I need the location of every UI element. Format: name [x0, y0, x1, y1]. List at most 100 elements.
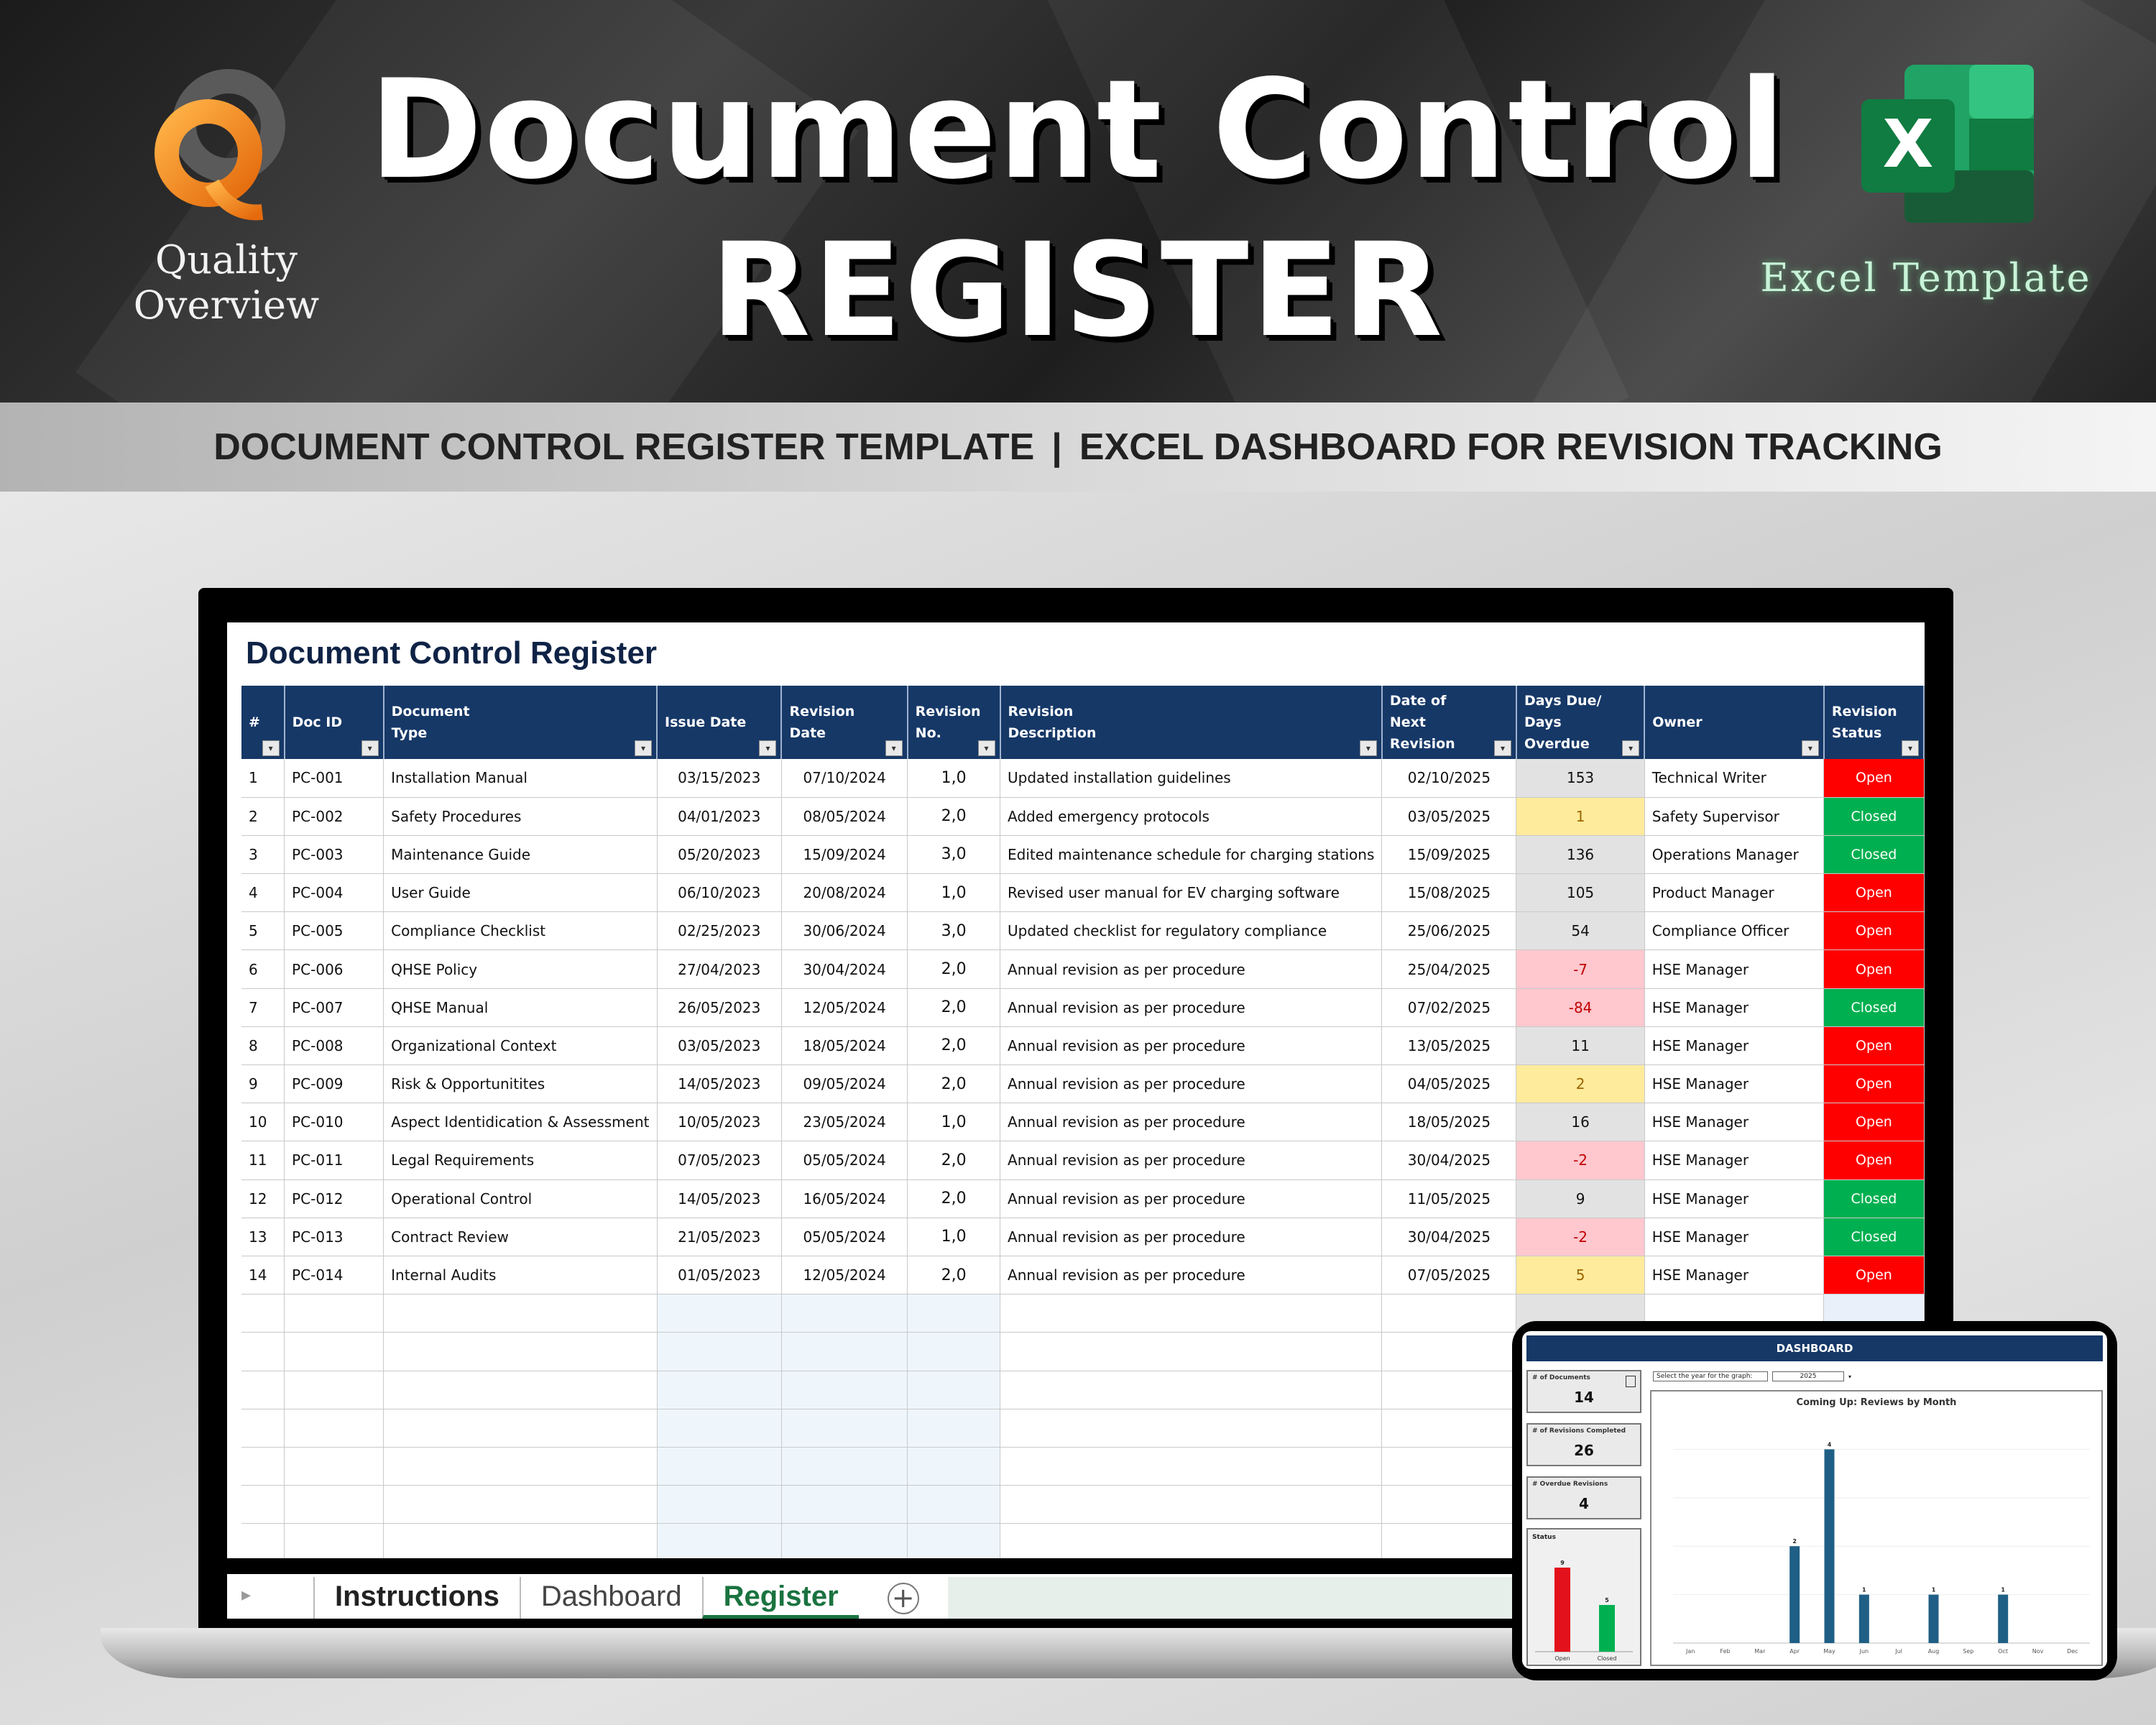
empty-cell[interactable] [284, 1371, 384, 1409]
row-number-cell[interactable]: 14 [241, 1256, 285, 1295]
table-row[interactable]: 14 PC-014 Internal Audits 01/05/2023 12/05/2… [241, 1256, 1925, 1295]
status-badge-cell[interactable]: Closed [1823, 988, 1925, 1027]
empty-cell[interactable] [383, 1332, 658, 1371]
revision-date-cell[interactable]: 16/05/2024 [781, 1179, 908, 1218]
empty-cell[interactable] [1000, 1371, 1383, 1409]
empty-cell[interactable] [1381, 1447, 1517, 1486]
revision-desc-cell[interactable]: Annual revision as per procedure [1000, 1179, 1383, 1218]
empty-cell[interactable] [907, 1294, 1001, 1333]
empty-cell[interactable] [241, 1409, 285, 1448]
tab-scroll-arrow-icon[interactable]: ▸ [227, 1574, 313, 1619]
next-revision-date-cell[interactable]: 13/05/2025 [1381, 1026, 1517, 1066]
revision-no-cell[interactable]: 2,0 [907, 1064, 1001, 1104]
status-badge-cell[interactable]: Closed [1823, 835, 1925, 875]
filter-dropdown-icon[interactable]: ▾ [759, 740, 777, 756]
owner-cell[interactable]: HSE Manager [1644, 1256, 1825, 1295]
issue-date-cell[interactable]: 14/05/2023 [657, 1064, 782, 1104]
table-row[interactable]: 11 PC-011 Legal Requirements 07/05/2023 05/0… [241, 1141, 1925, 1180]
filter-dropdown-icon[interactable]: ▾ [1902, 740, 1919, 756]
doc-id-cell[interactable]: PC-010 [284, 1103, 384, 1142]
empty-cell[interactable] [284, 1409, 384, 1448]
table-row[interactable]: 1 PC-001 Installation Manual 03/15/2023 07/1… [241, 759, 1925, 798]
next-revision-date-cell[interactable]: 15/09/2025 [1381, 835, 1517, 875]
table-row[interactable]: 8 PC-008 Organizational Context 03/05/2023 1… [241, 1026, 1925, 1066]
doc-type-cell[interactable]: Safety Procedures [383, 797, 658, 836]
empty-cell[interactable] [383, 1523, 658, 1558]
empty-cell[interactable] [1000, 1294, 1383, 1333]
days-due-cell[interactable]: 9 [1516, 1179, 1645, 1218]
empty-cell[interactable] [383, 1294, 658, 1333]
days-due-cell[interactable]: 16 [1516, 1103, 1645, 1142]
row-number-cell[interactable]: 3 [241, 835, 285, 875]
revision-date-cell[interactable]: 30/04/2024 [781, 949, 908, 989]
table-row[interactable]: 2 PC-002 Safety Procedures 04/01/2023 08/05/… [241, 797, 1925, 836]
next-revision-date-cell[interactable]: 30/04/2025 [1381, 1141, 1517, 1180]
year-dropdown[interactable]: 2025 [1772, 1371, 1844, 1381]
next-revision-date-cell[interactable]: 02/10/2025 [1381, 759, 1517, 798]
doc-type-cell[interactable]: Risk & Opportunitites [383, 1064, 658, 1104]
doc-id-cell[interactable]: PC-013 [284, 1218, 384, 1256]
chevron-down-icon[interactable]: ▾ [1848, 1374, 1851, 1380]
empty-cell[interactable] [781, 1294, 908, 1333]
doc-type-cell[interactable]: QHSE Manual [383, 988, 658, 1027]
doc-id-cell[interactable]: PC-004 [284, 873, 384, 913]
doc-type-cell[interactable]: Contract Review [383, 1218, 658, 1256]
next-revision-date-cell[interactable]: 07/02/2025 [1381, 988, 1517, 1027]
issue-date-cell[interactable]: 26/05/2023 [657, 988, 782, 1027]
owner-cell[interactable]: Product Manager [1644, 873, 1825, 913]
filter-dropdown-icon[interactable]: ▾ [262, 740, 280, 756]
doc-type-cell[interactable]: User Guide [383, 873, 658, 913]
table-row[interactable]: 6 PC-006 QHSE Policy 27/04/2023 30/04/2024 2,… [241, 949, 1925, 989]
doc-id-cell[interactable]: PC-007 [284, 988, 384, 1027]
filter-dropdown-icon[interactable]: ▾ [1359, 740, 1377, 756]
revision-date-cell[interactable]: 08/05/2024 [781, 797, 908, 836]
issue-date-cell[interactable]: 27/04/2023 [657, 949, 782, 989]
empty-cell[interactable] [241, 1523, 285, 1558]
empty-cell[interactable] [284, 1447, 384, 1486]
doc-id-cell[interactable]: PC-008 [284, 1026, 384, 1066]
revision-desc-cell[interactable]: Annual revision as per procedure [1000, 1256, 1383, 1295]
add-sheet-icon[interactable]: + [887, 1583, 919, 1614]
owner-cell[interactable]: Compliance Officer [1644, 911, 1825, 951]
days-due-cell[interactable]: -84 [1516, 988, 1645, 1027]
revision-desc-cell[interactable]: Annual revision as per procedure [1000, 1218, 1383, 1256]
issue-date-cell[interactable]: 03/15/2023 [657, 759, 782, 798]
revision-no-cell[interactable]: 1,0 [907, 873, 1001, 913]
empty-cell[interactable] [241, 1332, 285, 1371]
row-number-cell[interactable]: 7 [241, 988, 285, 1027]
revision-no-cell[interactable]: 2,0 [907, 1256, 1001, 1295]
empty-cell[interactable] [657, 1523, 782, 1558]
revision-date-cell[interactable]: 12/05/2024 [781, 1256, 908, 1295]
filter-dropdown-icon[interactable]: ▾ [1493, 740, 1511, 756]
days-due-cell[interactable]: 153 [1516, 759, 1645, 798]
issue-date-cell[interactable]: 10/05/2023 [657, 1103, 782, 1142]
doc-id-cell[interactable]: PC-001 [284, 759, 384, 798]
table-row[interactable]: 13 PC-013 Contract Review 21/05/2023 05/05/2… [241, 1218, 1925, 1256]
empty-cell[interactable] [781, 1447, 908, 1486]
table-row[interactable]: 4 PC-004 User Guide 06/10/2023 20/08/2024 1,0… [241, 873, 1925, 913]
revision-desc-cell[interactable]: Annual revision as per procedure [1000, 1141, 1383, 1180]
empty-cell[interactable] [383, 1485, 658, 1524]
status-badge-cell[interactable]: Closed [1823, 1218, 1925, 1256]
revision-desc-cell[interactable]: Annual revision as per procedure [1000, 1064, 1383, 1104]
doc-type-cell[interactable]: Maintenance Guide [383, 835, 658, 875]
revision-no-cell[interactable]: 2,0 [907, 949, 1001, 989]
row-number-cell[interactable]: 4 [241, 873, 285, 913]
revision-date-cell[interactable]: 30/06/2024 [781, 911, 908, 951]
revision-date-cell[interactable]: 15/09/2024 [781, 835, 908, 875]
owner-cell[interactable]: HSE Manager [1644, 949, 1825, 989]
doc-type-cell[interactable]: Organizational Context [383, 1026, 658, 1066]
doc-id-cell[interactable]: PC-005 [284, 911, 384, 951]
doc-type-cell[interactable]: Compliance Checklist [383, 911, 658, 951]
doc-type-cell[interactable]: Installation Manual [383, 759, 658, 798]
empty-cell[interactable] [284, 1294, 384, 1333]
empty-cell[interactable] [907, 1523, 1001, 1558]
owner-cell[interactable]: HSE Manager [1644, 1218, 1825, 1256]
doc-type-cell[interactable]: Aspect Identidication & Assessment [383, 1103, 658, 1142]
empty-cell[interactable] [383, 1371, 658, 1409]
revision-no-cell[interactable]: 2,0 [907, 1026, 1001, 1066]
next-revision-date-cell[interactable]: 30/04/2025 [1381, 1218, 1517, 1256]
revision-desc-cell[interactable]: Revised user manual for EV charging soft… [1000, 873, 1383, 913]
issue-date-cell[interactable]: 03/05/2023 [657, 1026, 782, 1066]
doc-id-cell[interactable]: PC-006 [284, 949, 384, 989]
